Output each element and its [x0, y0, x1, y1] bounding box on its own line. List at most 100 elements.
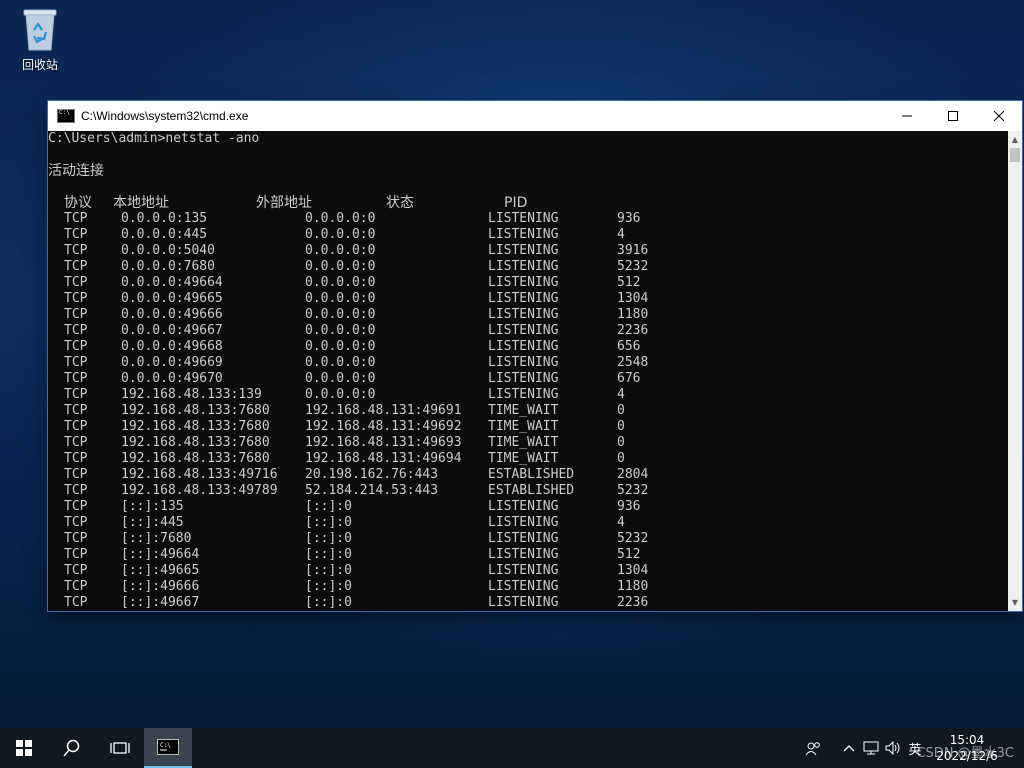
connection-row: TCP [::]:49664 [::]:0 LISTENING 512	[48, 547, 1008, 563]
row-state: TIME_WAIT	[488, 419, 559, 434]
row-protocol: TCP	[64, 211, 88, 226]
connection-row: TCP [::]:49667 [::]:0 LISTENING 2236	[48, 595, 1008, 611]
row-local-address: 0.0.0.0:49670	[121, 371, 223, 386]
connection-row: TCP [::]:135 [::]:0 LISTENING 936	[48, 499, 1008, 515]
close-button[interactable]	[976, 101, 1022, 131]
row-foreign-address: 0.0.0.0:0	[305, 323, 376, 338]
maximize-button[interactable]	[930, 101, 976, 131]
connection-row: TCP 192.168.48.133:139 0.0.0.0:0 LISTENING 4	[48, 387, 1008, 403]
recycle-bin-shortcut[interactable]: 回收站	[12, 6, 68, 73]
row-local-address: 0.0.0.0:445	[121, 227, 208, 242]
task-view-button[interactable]	[96, 728, 144, 768]
row-state: TIME_WAIT	[488, 451, 559, 466]
row-protocol: TCP	[64, 259, 88, 274]
row-protocol: TCP	[64, 355, 88, 370]
row-state: LISTENING	[488, 547, 559, 562]
row-local-address: 192.168.48.133:49716	[121, 467, 278, 482]
row-foreign-address: 192.168.48.131:49691	[305, 403, 462, 418]
cmd-app-icon[interactable]	[57, 109, 75, 123]
row-state: LISTENING	[488, 243, 559, 258]
row-pid: 2236	[617, 323, 649, 338]
row-foreign-address: 0.0.0.0:0	[305, 243, 376, 258]
taskbar-cmd-app[interactable]: C:\	[144, 728, 192, 768]
row-state: TIME_WAIT	[488, 435, 559, 450]
row-local-address: 0.0.0.0:49668	[121, 339, 223, 354]
row-foreign-address: 0.0.0.0:0	[305, 387, 376, 402]
row-foreign-address: 0.0.0.0:0	[305, 227, 376, 242]
header-foreign-address: 外部地址	[256, 195, 312, 211]
network-icon	[863, 741, 879, 755]
recycle-bin-label: 回收站	[21, 58, 58, 72]
row-protocol: TCP	[64, 275, 88, 290]
vertical-scrollbar[interactable]: ▲ ▼	[1008, 131, 1022, 611]
maximize-icon	[948, 111, 958, 121]
scroll-thumb[interactable]	[1010, 148, 1020, 162]
row-foreign-address: 0.0.0.0:0	[305, 275, 376, 290]
show-hidden-icons-button[interactable]	[838, 728, 860, 768]
connection-row: TCP 0.0.0.0:49670 0.0.0.0:0 LISTENING 676	[48, 371, 1008, 387]
connection-row: TCP [::]:7680 [::]:0 LISTENING 5232	[48, 531, 1008, 547]
network-button[interactable]	[860, 728, 882, 768]
row-foreign-address: [::]:0	[305, 515, 352, 530]
row-foreign-address: [::]:0	[305, 579, 352, 594]
row-state: LISTENING	[488, 323, 559, 338]
row-pid: 0	[617, 435, 625, 450]
taskbar: C:\ 英 15:04 2022/12/6	[0, 728, 1024, 768]
row-pid: 4	[617, 515, 625, 530]
row-state: LISTENING	[488, 579, 559, 594]
close-icon	[994, 111, 1004, 121]
title-bar[interactable]: C:\Windows\system32\cmd.exe	[48, 101, 1022, 131]
row-local-address: 192.168.48.133:7680	[121, 435, 270, 450]
row-local-address: 0.0.0.0:49667	[121, 323, 223, 338]
connection-row: TCP [::]:49665 [::]:0 LISTENING 1304	[48, 563, 1008, 579]
row-state: LISTENING	[488, 595, 559, 610]
header-protocol: 协议	[64, 195, 92, 211]
cmd-taskbar-icon: C:\	[157, 739, 179, 755]
row-foreign-address: 0.0.0.0:0	[305, 211, 376, 226]
row-local-address: [::]:49664	[121, 547, 200, 562]
row-pid: 936	[617, 499, 641, 514]
search-button[interactable]	[48, 728, 96, 768]
volume-button[interactable]	[882, 728, 904, 768]
row-pid: 1304	[617, 291, 649, 306]
scroll-up-button[interactable]: ▲	[1008, 131, 1022, 148]
row-protocol: TCP	[64, 339, 88, 354]
connection-row: TCP 192.168.48.133:7680 192.168.48.131:496…	[48, 419, 1008, 435]
row-state: LISTENING	[488, 211, 559, 226]
connection-row: TCP 192.168.48.133:7680 192.168.48.131:496…	[48, 435, 1008, 451]
row-state: LISTENING	[488, 307, 559, 322]
watermark-text: CSDN @墨水3C	[916, 746, 1014, 761]
minimize-icon	[902, 115, 912, 117]
scroll-down-button[interactable]: ▼	[1008, 594, 1022, 611]
row-protocol: TCP	[64, 307, 88, 322]
row-pid: 1180	[617, 307, 649, 322]
start-button[interactable]	[0, 728, 48, 768]
row-protocol: TCP	[64, 291, 88, 306]
row-state: LISTENING	[488, 227, 559, 242]
row-pid: 0	[617, 403, 625, 418]
row-protocol: TCP	[64, 499, 88, 514]
console-output[interactable]: C:\Users\admin>netstat -ano 活动连接 协议 本地地址…	[48, 131, 1008, 611]
row-protocol: TCP	[64, 515, 88, 530]
row-protocol: TCP	[64, 451, 88, 466]
connection-row: TCP 0.0.0.0:49666 0.0.0.0:0 LISTENING 1180	[48, 307, 1008, 323]
row-protocol: TCP	[64, 403, 88, 418]
minimize-button[interactable]	[884, 101, 930, 131]
cmd-window[interactable]: C:\Windows\system32\cmd.exe C:\Users\adm…	[48, 101, 1022, 611]
section-title: 活动连接	[48, 163, 104, 179]
row-protocol: TCP	[64, 563, 88, 578]
row-local-address: 0.0.0.0:5040	[121, 243, 215, 258]
row-state: LISTENING	[488, 515, 559, 530]
speaker-icon	[885, 741, 900, 755]
row-local-address: 192.168.48.133:139	[121, 387, 262, 402]
row-state: LISTENING	[488, 387, 559, 402]
row-local-address: [::]:7680	[121, 531, 192, 546]
row-state: LISTENING	[488, 291, 559, 306]
row-state: LISTENING	[488, 531, 559, 546]
row-protocol: TCP	[64, 531, 88, 546]
row-pid: 2236	[617, 595, 649, 610]
people-button[interactable]	[802, 728, 824, 768]
row-state: ESTABLISHED	[488, 483, 575, 498]
row-local-address: 0.0.0.0:49665	[121, 291, 223, 306]
